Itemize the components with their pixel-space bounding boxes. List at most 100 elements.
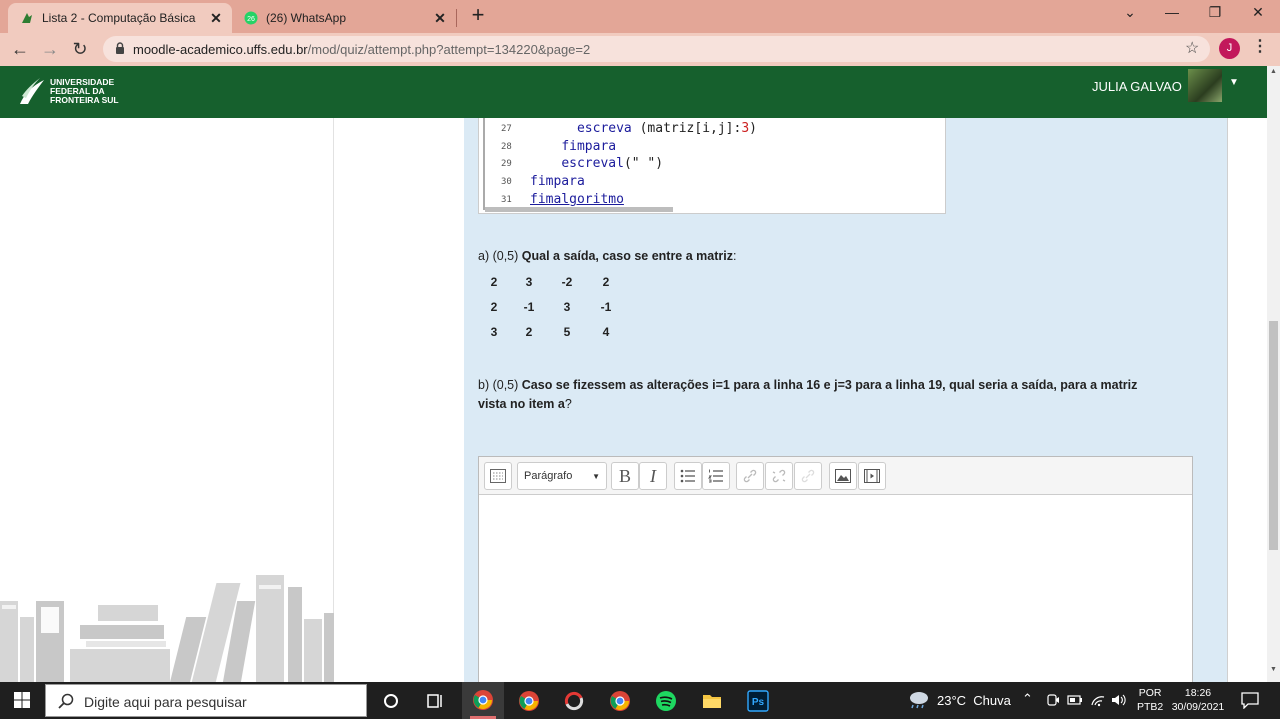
chrome-icon[interactable]	[518, 690, 540, 712]
user-avatar[interactable]	[1188, 69, 1222, 102]
url-path: /mod/quiz/attempt.php?attempt=134220&pag…	[307, 42, 591, 57]
toolbar-toggle-button[interactable]	[484, 462, 512, 490]
numbered-list-icon	[708, 469, 723, 483]
line-number: 28	[501, 142, 512, 152]
bookshelf-illustration	[0, 573, 334, 682]
wifi-icon[interactable]	[1090, 693, 1106, 707]
code-line: fimpara	[561, 139, 617, 154]
question-b-text: b) (0,5) Caso se fizessem as alterações …	[478, 378, 1138, 411]
unordered-list-button[interactable]	[674, 462, 702, 490]
tab-whatsapp[interactable]: 26 (26) WhatsApp ✕	[234, 3, 456, 33]
editor-toolbar: Parágrafo ▼ B I	[479, 457, 1192, 495]
spotify-icon[interactable]	[655, 690, 677, 712]
volume-icon[interactable]	[1111, 693, 1127, 707]
page-scrollbar-thumb[interactable]	[1269, 321, 1278, 550]
line-number: 31	[501, 195, 512, 205]
code-gutter	[483, 118, 485, 210]
scroll-down-icon[interactable]: ▼	[1270, 666, 1277, 673]
meet-now-icon[interactable]	[1046, 693, 1060, 707]
user-name[interactable]: JULIA GALVAO	[1092, 79, 1182, 94]
tray-expand-icon[interactable]: ⌃	[1022, 691, 1033, 707]
matrix-cell: 2	[490, 300, 498, 314]
unlink-icon	[772, 469, 786, 483]
bold-button[interactable]: B	[611, 462, 639, 490]
matrix-cell: 2	[490, 275, 498, 289]
insert-image-button[interactable]	[829, 462, 857, 490]
bookmark-star-icon[interactable]: ☆	[1185, 38, 1199, 58]
windows-start-icon[interactable]	[14, 692, 30, 708]
line-number: 29	[501, 159, 512, 169]
profile-avatar[interactable]: J	[1219, 38, 1240, 59]
tab-separator	[456, 9, 457, 27]
photoshop-icon[interactable]: Ps	[747, 690, 769, 712]
answer-editor: Parágrafo ▼ B I	[478, 456, 1193, 682]
battery-icon[interactable]	[1067, 693, 1083, 707]
chrome-active-app[interactable]	[462, 682, 504, 719]
code-line: escreval(" ")	[561, 156, 664, 171]
matrix-cell: 3	[525, 275, 533, 289]
minimize-button[interactable]: —	[1152, 4, 1192, 26]
line-number: 27	[501, 124, 512, 134]
chrome-profile-icon	[473, 690, 493, 710]
emoticon-button[interactable]	[794, 462, 822, 490]
scroll-up-icon[interactable]: ▲	[1270, 68, 1277, 75]
search-icon	[58, 693, 74, 709]
restore-button[interactable]: ❐	[1195, 4, 1235, 26]
editor-textarea[interactable]	[479, 496, 1192, 682]
keyboard-icon	[490, 469, 506, 483]
close-window-button[interactable]: ✕	[1238, 4, 1278, 26]
taskbar-search-box[interactable]: Digite aqui para pesquisar	[45, 684, 367, 717]
svg-text:26: 26	[247, 16, 255, 23]
browser-menu-icon[interactable]: ⋮	[1252, 36, 1268, 56]
tab-lista-2[interactable]: Lista 2 - Computação Básica ✕	[8, 3, 232, 33]
matrix-cell: -2	[561, 275, 573, 289]
notifications-icon[interactable]	[1241, 692, 1259, 709]
insert-media-button[interactable]	[858, 462, 886, 490]
file-explorer-icon[interactable]	[701, 690, 723, 712]
browser-toolbar: ← → ↻ moodle-academico.uffs.edu.br/mod/q…	[0, 33, 1280, 66]
whatsapp-favicon-icon: 26	[244, 11, 258, 25]
link-button[interactable]	[736, 462, 764, 490]
panel-border	[1227, 118, 1228, 682]
tab-close-icon[interactable]: ✕	[430, 10, 450, 27]
tab-close-icon[interactable]: ✕	[206, 10, 226, 27]
link-icon	[743, 469, 757, 483]
clock-time: 18:26	[1184, 687, 1212, 699]
uffs-logo[interactable]: UNIVERSIDADE FEDERAL DA FRONTEIRA SUL	[18, 76, 119, 106]
ordered-list-button[interactable]	[702, 462, 730, 490]
unlink-button[interactable]	[765, 462, 793, 490]
code-line: fimalgoritmo	[530, 192, 624, 207]
matrix-cell: 3	[490, 325, 498, 339]
media-icon	[864, 469, 880, 483]
new-tab-button[interactable]: +	[466, 4, 490, 28]
user-menu-caret-icon[interactable]: ▼	[1229, 77, 1239, 88]
chrome-alt-icon[interactable]	[609, 690, 631, 712]
cortana-icon[interactable]	[380, 690, 402, 712]
app-swirl-icon[interactable]	[563, 690, 585, 712]
code-horizontal-scrollbar[interactable]	[485, 207, 673, 212]
reload-icon[interactable]: ↻	[68, 38, 92, 60]
matrix-cell: 5	[563, 325, 571, 339]
italic-button[interactable]: I	[639, 462, 667, 490]
code-line: fimpara	[530, 174, 585, 189]
lang-line-1: POR	[1138, 687, 1162, 699]
back-arrow-icon[interactable]: ←	[8, 38, 32, 60]
address-bar[interactable]: moodle-academico.uffs.edu.br/mod/quiz/at…	[103, 36, 1210, 62]
lock-icon	[116, 42, 124, 54]
tab-search-chevron-icon[interactable]: ⌄	[1110, 4, 1150, 26]
url-text: moodle-academico.uffs.edu.br/mod/quiz/at…	[133, 42, 590, 57]
lang-line-2: PTB2	[1137, 701, 1164, 713]
paragraph-style-select[interactable]: Parágrafo ▼	[517, 462, 607, 490]
browser-tab-strip: Lista 2 - Computação Básica ✕ 26 (26) Wh…	[0, 0, 1280, 33]
clock-date: 30/09/2021	[1171, 701, 1225, 713]
forward-arrow-icon[interactable]: →	[38, 38, 62, 60]
weather-rain-icon[interactable]	[906, 690, 930, 710]
tab-title: (26) WhatsApp	[266, 11, 347, 25]
code-image: 27 escreva (matriz[i,j]:3) 28 fimpara 29…	[478, 118, 946, 214]
clock[interactable]: 18:26 30/09/2021	[1170, 686, 1226, 714]
url-host: moodle-academico.uffs.edu.br	[133, 42, 308, 57]
weather-text[interactable]: 23°C Chuva	[937, 693, 1011, 708]
input-language[interactable]: POR PTB2	[1137, 686, 1163, 714]
task-view-icon[interactable]	[424, 690, 446, 712]
matrix-cell: 3	[563, 300, 571, 314]
